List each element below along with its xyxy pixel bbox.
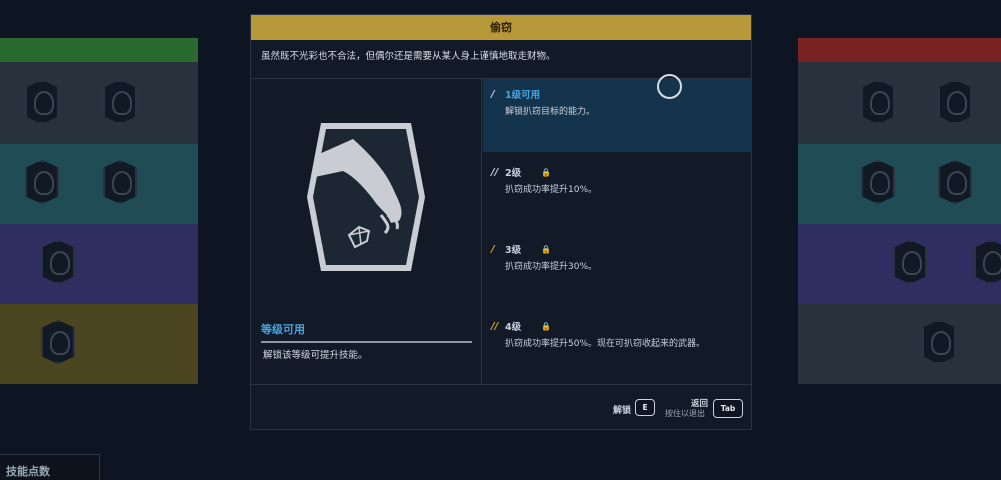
- skill-row-3: [0, 224, 198, 304]
- level-status-title: 等级可用: [261, 321, 472, 343]
- skill-row-2: [0, 144, 198, 224]
- stealth-category-bar: [798, 38, 1001, 62]
- right-skill-column: [798, 38, 1001, 384]
- cursor-ring-icon: [657, 74, 682, 99]
- tier-3[interactable]: / 3级 🔒 扒窃成功率提升30%。: [483, 234, 752, 273]
- skill-badge-icon[interactable]: [861, 80, 895, 124]
- skill-badge-icon[interactable]: [41, 240, 75, 284]
- skill-badge-icon[interactable]: [25, 160, 59, 204]
- tier-description: 扒窃成功率提升10%。: [505, 185, 598, 195]
- lock-icon: 🔒: [541, 167, 552, 177]
- tier-4[interactable]: // 4级 🔒 扒窃成功率提升50%。现在可扒窃收起来的武器。: [483, 311, 752, 350]
- skill-badge-icon[interactable]: [861, 160, 895, 204]
- skill-emblem-pane: 等级可用 解锁该等级可提升技能。: [251, 79, 482, 384]
- tier-2[interactable]: // 2级 🔒 扒窃成功率提升10%。: [483, 157, 752, 196]
- back-key-button[interactable]: Tab: [713, 399, 743, 418]
- skill-row-3: [798, 224, 1001, 304]
- unlock-key-button[interactable]: E: [635, 399, 655, 416]
- tier-name: 3级: [505, 245, 522, 256]
- skill-badge-icon[interactable]: [103, 80, 137, 124]
- thief-hand-diamond-icon: [307, 123, 425, 271]
- dialog-title: 偷窃: [251, 15, 751, 40]
- back-hint: 按住以退出: [665, 409, 705, 418]
- dialog-footer: 解锁 E 返回 按住以退出 Tab: [251, 384, 751, 430]
- tier-marker-icon: //: [491, 166, 499, 178]
- skill-row-4: [798, 304, 1001, 384]
- tier-description: 扒窃成功率提升50%。现在可扒窃收起来的武器。: [505, 339, 706, 349]
- skill-badge-icon[interactable]: [25, 80, 59, 124]
- skill-points-label: 技能点数: [0, 454, 100, 480]
- tier-name: 2级: [505, 168, 522, 179]
- tier-marker-icon: //: [491, 320, 499, 332]
- combat-category-bar: [0, 38, 198, 62]
- skill-badge-icon[interactable]: [893, 240, 927, 284]
- skill-badge-icon[interactable]: [938, 160, 972, 204]
- skill-badge-icon[interactable]: [41, 320, 75, 364]
- unlock-label: 解锁: [613, 406, 632, 416]
- level-status-description: 解锁该等级可提升技能。: [263, 350, 368, 361]
- tier-marker-icon: /: [491, 243, 495, 255]
- skill-badge-icon[interactable]: [974, 240, 1001, 284]
- tier-name: 4级: [505, 322, 522, 333]
- skill-tier-list: / 1级可用 解锁扒窃目标的能力。 // 2级 🔒 扒窃成功率提升10%。 / …: [483, 79, 752, 384]
- skill-badge-icon[interactable]: [103, 160, 137, 204]
- tier-marker-icon: /: [491, 88, 495, 100]
- dialog-description: 虽然既不光彩也不合法，但偶尔还是需要从某人身上谨慎地取走财物。: [251, 40, 751, 79]
- tier-name: 1级可用: [505, 90, 541, 101]
- tier-description: 解锁扒窃目标的能力。: [505, 107, 596, 117]
- tier-1[interactable]: / 1级可用 解锁扒窃目标的能力。: [483, 79, 752, 152]
- lock-icon: 🔒: [541, 244, 552, 254]
- tier-description: 扒窃成功率提升30%。: [505, 262, 598, 272]
- skill-badge-icon[interactable]: [922, 320, 956, 364]
- left-skill-column: [0, 38, 198, 384]
- skill-row-1: [798, 62, 1001, 144]
- skill-row-2: [798, 144, 1001, 224]
- lock-icon: 🔒: [541, 321, 552, 331]
- skill-row-1: [0, 62, 198, 144]
- skill-badge-icon[interactable]: [938, 80, 972, 124]
- skill-row-4: [0, 304, 198, 384]
